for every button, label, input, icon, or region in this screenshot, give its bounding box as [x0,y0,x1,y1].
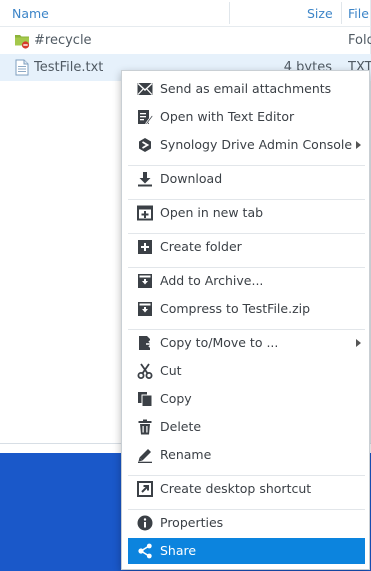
pencil-icon [137,447,153,463]
menu-item-download[interactable]: Download [128,166,365,192]
menu-item-label: Copy to/Move to ... [160,335,279,350]
column-header-name[interactable]: Name [12,0,49,27]
menu-item-add-to-archive[interactable]: Add to Archive... [128,268,365,294]
share-icon [137,543,153,559]
file-list-header: Name Size File [0,0,371,27]
column-header-file-type[interactable]: File [348,0,369,27]
new-tab-icon [137,205,153,221]
copy-move-icon [137,335,154,351]
menu-item-label: Add to Archive... [160,273,264,288]
menu-item-send-email[interactable]: Send as email attachments [128,76,365,102]
menu-item-label: Delete [160,419,202,434]
download-icon [137,171,153,187]
menu-item-properties[interactable]: Properties [128,510,365,536]
context-menu: Send as email attachments Open with Text… [121,70,370,570]
menu-item-label: Copy [160,391,192,406]
menu-item-cut[interactable]: Cut [128,358,365,384]
menu-item-open-new-tab[interactable]: Open in new tab [128,200,365,226]
column-divider[interactable] [229,2,230,24]
menu-item-label: Create desktop shortcut [160,481,312,496]
menu-item-label: Open with Text Editor [160,109,295,124]
menu-item-label: Compress to TestFile.zip [160,301,311,316]
text-file-icon [14,59,30,76]
menu-item-label: Share [160,543,197,558]
menu-item-create-folder[interactable]: Create folder [128,234,365,260]
submenu-arrow-icon [356,339,361,347]
menu-item-copy-move[interactable]: Copy to/Move to ... [128,330,365,356]
scissors-icon [137,363,153,379]
menu-item-label: Cut [160,363,182,378]
menu-item-rename[interactable]: Rename [128,442,365,468]
menu-item-compress[interactable]: Compress to TestFile.zip [128,296,365,322]
menu-item-label: Rename [160,447,212,462]
submenu-arrow-icon [356,141,361,149]
email-icon [137,81,153,97]
file-name: TestFile.txt [34,60,104,75]
synology-drive-icon [137,137,153,153]
menu-item-share[interactable]: Share [128,538,365,564]
menu-item-open-text-editor[interactable]: Open with Text Editor [128,104,365,130]
menu-item-copy[interactable]: Copy [128,386,365,412]
menu-item-label: Properties [160,515,224,530]
menu-item-label: Download [160,171,223,186]
copy-icon [137,391,153,407]
info-icon [137,515,153,531]
menu-item-label: Open in new tab [160,205,264,220]
trash-icon [137,419,153,435]
text-editor-icon [137,109,154,125]
create-folder-icon [137,239,153,255]
menu-item-create-shortcut[interactable]: Create desktop shortcut [128,476,365,502]
menu-item-label: Send as email attachments [160,81,332,96]
file-row-recycle[interactable]: #recycle Fold [0,27,371,54]
archive-icon [137,273,153,289]
column-divider[interactable] [341,2,342,24]
file-type: Fold [348,33,371,48]
recycle-folder-icon [14,32,30,49]
column-header-size[interactable]: Size [307,0,333,27]
menu-item-synology-drive[interactable]: Synology Drive Admin Console [128,132,365,158]
menu-item-delete[interactable]: Delete [128,414,365,440]
menu-item-label: Synology Drive Admin Console [160,137,353,152]
menu-item-label: Create folder [160,239,242,254]
file-name: #recycle [34,33,92,48]
shortcut-icon [137,481,153,497]
compress-icon [137,301,153,317]
